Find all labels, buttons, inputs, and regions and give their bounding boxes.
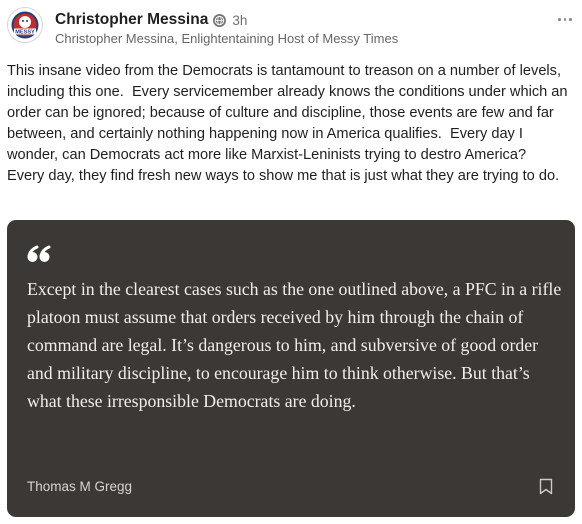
quote-text: Except in the clearest cases such as the…	[27, 279, 562, 411]
quote-icon	[27, 245, 51, 262]
author-subtitle: Christopher Messina, Enlightentaining Ho…	[55, 31, 399, 46]
avatar-logo: MESSY	[9, 9, 41, 41]
quote-card[interactable]: Except in the clearest cases such as the…	[7, 220, 575, 517]
post-text: This insane video from the Democrats is …	[7, 63, 572, 184]
post-time: 3h	[232, 12, 248, 28]
avatar[interactable]: MESSY	[7, 7, 43, 43]
avatar-text: MESSY	[15, 30, 35, 36]
post-header: MESSY Christopher Messina 3h Christopher…	[7, 7, 574, 51]
author-line: Christopher Messina 3h	[55, 10, 247, 30]
globe-icon	[213, 13, 227, 27]
bookmark-icon[interactable]	[539, 478, 553, 495]
more-options-icon[interactable]	[558, 18, 572, 22]
quote-author: Thomas M Gregg	[27, 479, 133, 494]
author-name[interactable]: Christopher Messina	[55, 11, 208, 29]
